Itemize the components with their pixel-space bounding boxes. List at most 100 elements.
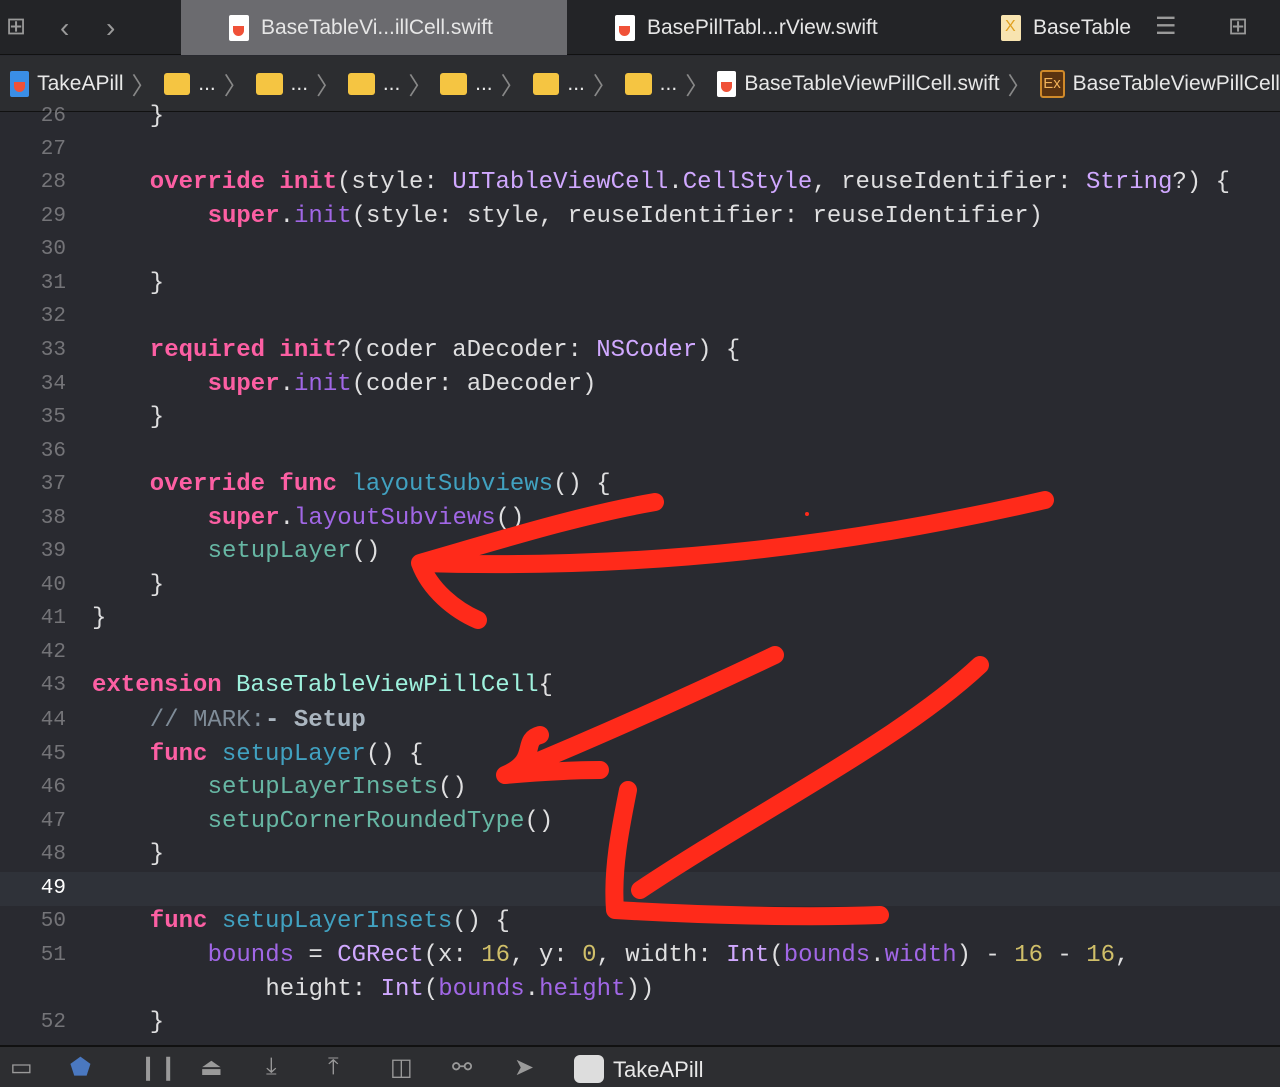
breadcrumb-folder[interactable]: ... [475,72,493,96]
step-out-icon[interactable]: ⤒ [328,1053,339,1081]
folder-icon [163,72,191,95]
code-line[interactable]: 34 super.init(coder: aDecoder) [0,368,1280,402]
code-line[interactable]: height: Int(bounds.height)) [0,973,1280,1007]
code-line[interactable]: 36 [0,435,1280,469]
code-line[interactable]: 49 [0,872,1280,906]
forward-arrow-icon[interactable]: › [106,12,115,44]
code-line[interactable]: 40} [0,569,1280,603]
debug-bar: ▭ ⬟ ❙❙ ⏏ ⤓ ⤒ ◫ ⚯ ➤ TakeAPill [0,1045,1280,1087]
line-number[interactable]: 37 [0,468,66,502]
pause-icon[interactable]: ❙❙ [138,1053,178,1082]
code-line[interactable]: 35} [0,401,1280,435]
tab-basepilltableview[interactable]: BasePillTabl...rView.swift [567,0,953,55]
code-line[interactable]: 33 required init?(coder aDecoder: NSCoder… [0,334,1280,368]
line-number[interactable]: 27 [0,133,66,167]
code-text: func setupLayer() { [149,741,424,768]
tab-basetableviewpillcell[interactable]: BaseTableVi...illCell.swift [181,0,567,55]
code-line[interactable]: 45 func setupLayer() { [0,738,1280,772]
code-line[interactable]: 48} [0,838,1280,872]
code-text: super.init(style: style, reuseIdentifier… [207,203,1043,230]
tab-basetable-xib[interactable]: BaseTable [953,0,1143,55]
code-line[interactable]: 43 extension BaseTableViewPillCell{ [0,669,1280,703]
line-number[interactable]: 29 [0,200,66,234]
add-editor-icon[interactable]: ⊞ [1228,12,1248,41]
breakpoints-toggle-icon[interactable]: ⬟ [70,1053,91,1082]
line-number[interactable]: 31 [0,267,66,301]
line-number[interactable]: 44 [0,704,66,738]
code-line[interactable]: 30 [0,233,1280,267]
code-line[interactable]: 37 override func layoutSubviews() { [0,468,1280,502]
view-hierarchy-icon[interactable]: ◫ [390,1053,413,1082]
breadcrumb-folder[interactable]: ... [660,72,678,96]
scheme-label[interactable]: TakeAPill [613,1057,703,1083]
code-line[interactable]: 27 [0,133,1280,167]
code-text: override init(style: UITableViewCell.Cel… [149,169,1231,196]
line-number[interactable]: 32 [0,300,66,334]
code-line[interactable]: 41} [0,602,1280,636]
line-number[interactable]: 35 [0,401,66,435]
code-text: super.init(coder: aDecoder) [207,371,597,398]
code-line[interactable]: 52} [0,1006,1280,1040]
code-line[interactable]: 39 setupLayer() [0,535,1280,569]
related-items-icon[interactable]: ⊞ [6,12,26,41]
code-text: super.layoutSubviews() [207,505,525,532]
line-number[interactable]: 49 [0,872,66,906]
line-number[interactable]: 50 [0,905,66,939]
breadcrumb-folder[interactable]: ... [383,72,401,96]
code-text: setupLayer() [207,538,381,565]
breadcrumb-file[interactable]: BaseTableViewPillCell.swift [744,72,999,96]
code-text: extension BaseTableViewPillCell{ [92,672,553,699]
line-number[interactable]: 41 [0,602,66,636]
app-project-icon [10,70,30,97]
code-line[interactable]: 46 setupLayerInsets() [0,771,1280,805]
line-number[interactable]: 46 [0,771,66,805]
line-number[interactable]: 34 [0,368,66,402]
breadcrumb-folder[interactable]: ... [291,72,309,96]
code-line[interactable]: 31} [0,267,1280,301]
line-number[interactable]: 30 [0,233,66,267]
code-text: func setupLayerInsets() { [149,908,510,935]
breadcrumb-folder[interactable]: ... [567,72,585,96]
line-number[interactable]: 45 [0,738,66,772]
line-number[interactable]: 39 [0,535,66,569]
editor-options-icon[interactable]: ☰ [1155,12,1177,41]
line-number[interactable]: 51 [0,939,66,973]
line-number[interactable]: 52 [0,1006,66,1040]
line-number[interactable]: 47 [0,805,66,839]
line-number[interactable]: 38 [0,502,66,536]
breadcrumb-symbol[interactable]: BaseTableViewPillCell [1073,72,1280,96]
code-line[interactable]: 42 [0,636,1280,670]
code-line[interactable]: 44 // MARK:- Setup [0,704,1280,738]
line-number[interactable]: 48 [0,838,66,872]
line-number[interactable]: 36 [0,435,66,469]
line-number[interactable]: 28 [0,166,66,200]
line-number[interactable]: 26 [0,100,66,134]
code-line[interactable]: 47 setupCornerRoundedType() [0,805,1280,839]
code-editor[interactable]: 26} 27 28 override init(style: UITableViewC… [0,100,1280,1045]
breadcrumb-folder[interactable]: ... [198,72,216,96]
step-into-icon[interactable]: ⤓ [266,1053,277,1081]
code-text: bounds = CGRect(x: 16, y: 0, width: Int(… [207,942,1130,969]
code-text: setupCornerRoundedType() [207,808,554,835]
code-line[interactable]: 26} [0,100,1280,134]
code-line[interactable]: 32 [0,300,1280,334]
back-arrow-icon[interactable]: ‹ [60,12,69,44]
code-text: } [149,1009,165,1036]
code-line[interactable]: 28 override init(style: UITableViewCell.C… [0,166,1280,200]
hide-debug-area-icon[interactable]: ▭ [10,1053,33,1082]
code-text: } [149,572,165,599]
swift-file-icon [229,14,249,41]
memory-graph-icon[interactable]: ⚯ [452,1053,472,1082]
code-line[interactable]: 38 super.layoutSubviews() [0,502,1280,536]
code-line[interactable]: 29 super.init(style: style, reuseIdentifi… [0,200,1280,234]
code-text: } [149,103,165,130]
line-number[interactable]: 40 [0,569,66,603]
simulate-location-icon[interactable]: ➤ [514,1053,534,1082]
code-line[interactable]: 51 bounds = CGRect(x: 16, y: 0, width: In… [0,939,1280,973]
code-line[interactable]: 50 func setupLayerInsets() { [0,905,1280,939]
breadcrumb-project[interactable]: TakeAPill [37,72,123,96]
line-number[interactable]: 33 [0,334,66,368]
line-number[interactable]: 43 [0,669,66,703]
step-over-icon[interactable]: ⏏ [200,1053,223,1082]
line-number[interactable]: 42 [0,636,66,670]
